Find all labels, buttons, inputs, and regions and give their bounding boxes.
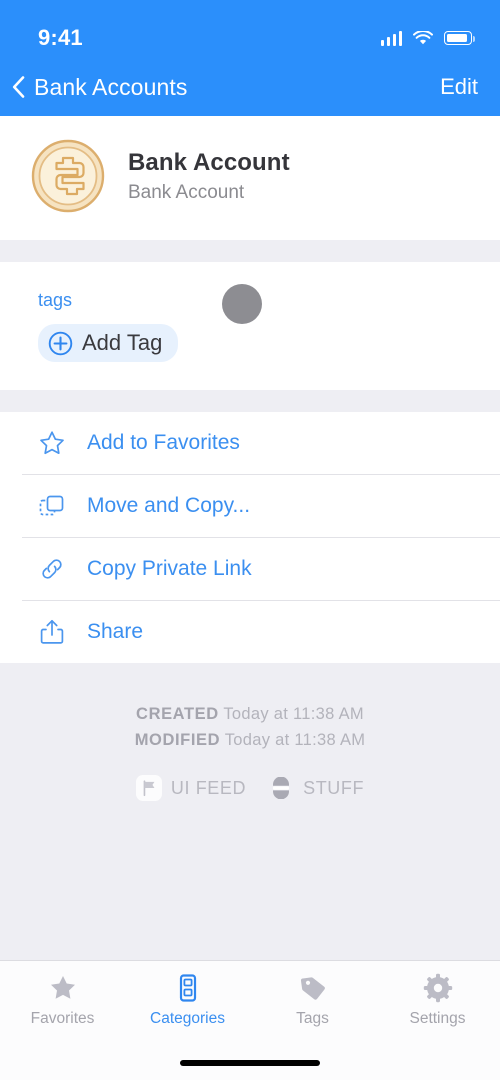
created-line: CREATED Today at 11:38 AM (136, 701, 364, 727)
add-tag-label: Add Tag (82, 330, 163, 355)
action-row-add-to-favorites[interactable]: Add to Favorites (0, 412, 500, 474)
modified-value: Today at 11:38 AM (224, 731, 366, 749)
tab-tags[interactable]: Tags (250, 971, 375, 1028)
section-gap-2 (0, 390, 500, 412)
star-filled-icon (48, 971, 78, 1005)
gold-coin-dollar-icon (31, 139, 105, 213)
action-label: Share (87, 620, 144, 643)
stuff-icon (268, 775, 294, 801)
back-button-label: Bank Accounts (34, 73, 188, 100)
detail-title-row: Bank Account Bank Account (0, 116, 500, 240)
gear-icon (423, 971, 453, 1005)
tags-card: tags Add Tag (0, 262, 500, 390)
metadata-section: CREATED Today at 11:38 AM MODIFIED Today… (0, 663, 500, 960)
battery-icon (444, 31, 476, 45)
badge-ui-feed[interactable]: UI FEED (135, 775, 247, 801)
status-bar: 9:41 (0, 18, 500, 58)
source-badges: UI FEED STUFF (135, 775, 364, 801)
move-copy-icon (38, 492, 66, 520)
tags-section: tags Add Tag (0, 262, 500, 390)
tab-categories[interactable]: Categories (125, 971, 250, 1028)
badge-stuff[interactable]: STUFF (268, 775, 364, 801)
actions-card: Add to Favorites Move and Copy... Copy P… (0, 412, 500, 663)
home-indicator-area (0, 1046, 500, 1080)
tag-color-swatch[interactable] (222, 284, 262, 324)
tab-label: Tags (296, 1010, 329, 1027)
tab-label: Settings (409, 1010, 466, 1027)
add-tag-button[interactable]: Add Tag (38, 324, 179, 362)
back-button[interactable]: Bank Accounts (12, 74, 187, 101)
detail-title-text: Bank Account Bank Account (128, 149, 290, 204)
created-value: Today at 11:38 AM (223, 705, 364, 723)
detail-header-card: Bank Account Bank Account (0, 116, 500, 240)
tab-bar: Favorites Categories Tags Settings (0, 960, 500, 1046)
badge-label: UI FEED (170, 777, 247, 798)
status-bar-icons (380, 30, 476, 46)
created-label: CREATED (136, 705, 219, 723)
link-icon (38, 555, 66, 583)
action-label: Move and Copy... (87, 494, 251, 517)
modified-line: MODIFIED Today at 11:38 AM (135, 727, 366, 753)
navigation-bar: Bank Accounts Edit (0, 58, 500, 116)
badge-label: STUFF (303, 777, 365, 798)
phone-screen: 9:41 Bank Accounts Edit Bank Account Ban… (0, 0, 500, 1080)
section-gap (0, 240, 500, 262)
tab-label: Categories (150, 1010, 225, 1027)
chevron-left-icon (12, 76, 25, 98)
tab-favorites[interactable]: Favorites (0, 971, 125, 1028)
tab-label: Favorites (30, 1010, 95, 1027)
home-indicator[interactable] (180, 1060, 320, 1066)
share-icon (38, 618, 66, 646)
page-title: Bank Account (128, 148, 290, 176)
action-row-copy-private-link[interactable]: Copy Private Link (0, 538, 500, 600)
plus-circle-icon (48, 331, 73, 355)
action-row-move-and-copy[interactable]: Move and Copy... (0, 475, 500, 537)
file-cabinet-icon (173, 971, 203, 1005)
status-bar-clock: 9:41 (38, 25, 83, 50)
star-outline-icon (38, 429, 66, 457)
action-row-share[interactable]: Share (0, 601, 500, 663)
cellular-signal-icon (380, 30, 402, 46)
tab-settings[interactable]: Settings (375, 971, 500, 1028)
content-area: Bank Account Bank Account tags Add Tag A… (0, 116, 500, 960)
modified-label: MODIFIED (134, 731, 221, 749)
page-subtitle: Bank Account (128, 181, 245, 203)
action-label: Copy Private Link (87, 557, 252, 580)
header: 9:41 Bank Accounts Edit (0, 0, 500, 116)
action-label: Add to Favorites (87, 431, 240, 454)
tag-icon (298, 971, 328, 1005)
edit-button[interactable]: Edit (440, 74, 478, 100)
wifi-icon (413, 30, 433, 44)
flag-icon (135, 775, 162, 801)
